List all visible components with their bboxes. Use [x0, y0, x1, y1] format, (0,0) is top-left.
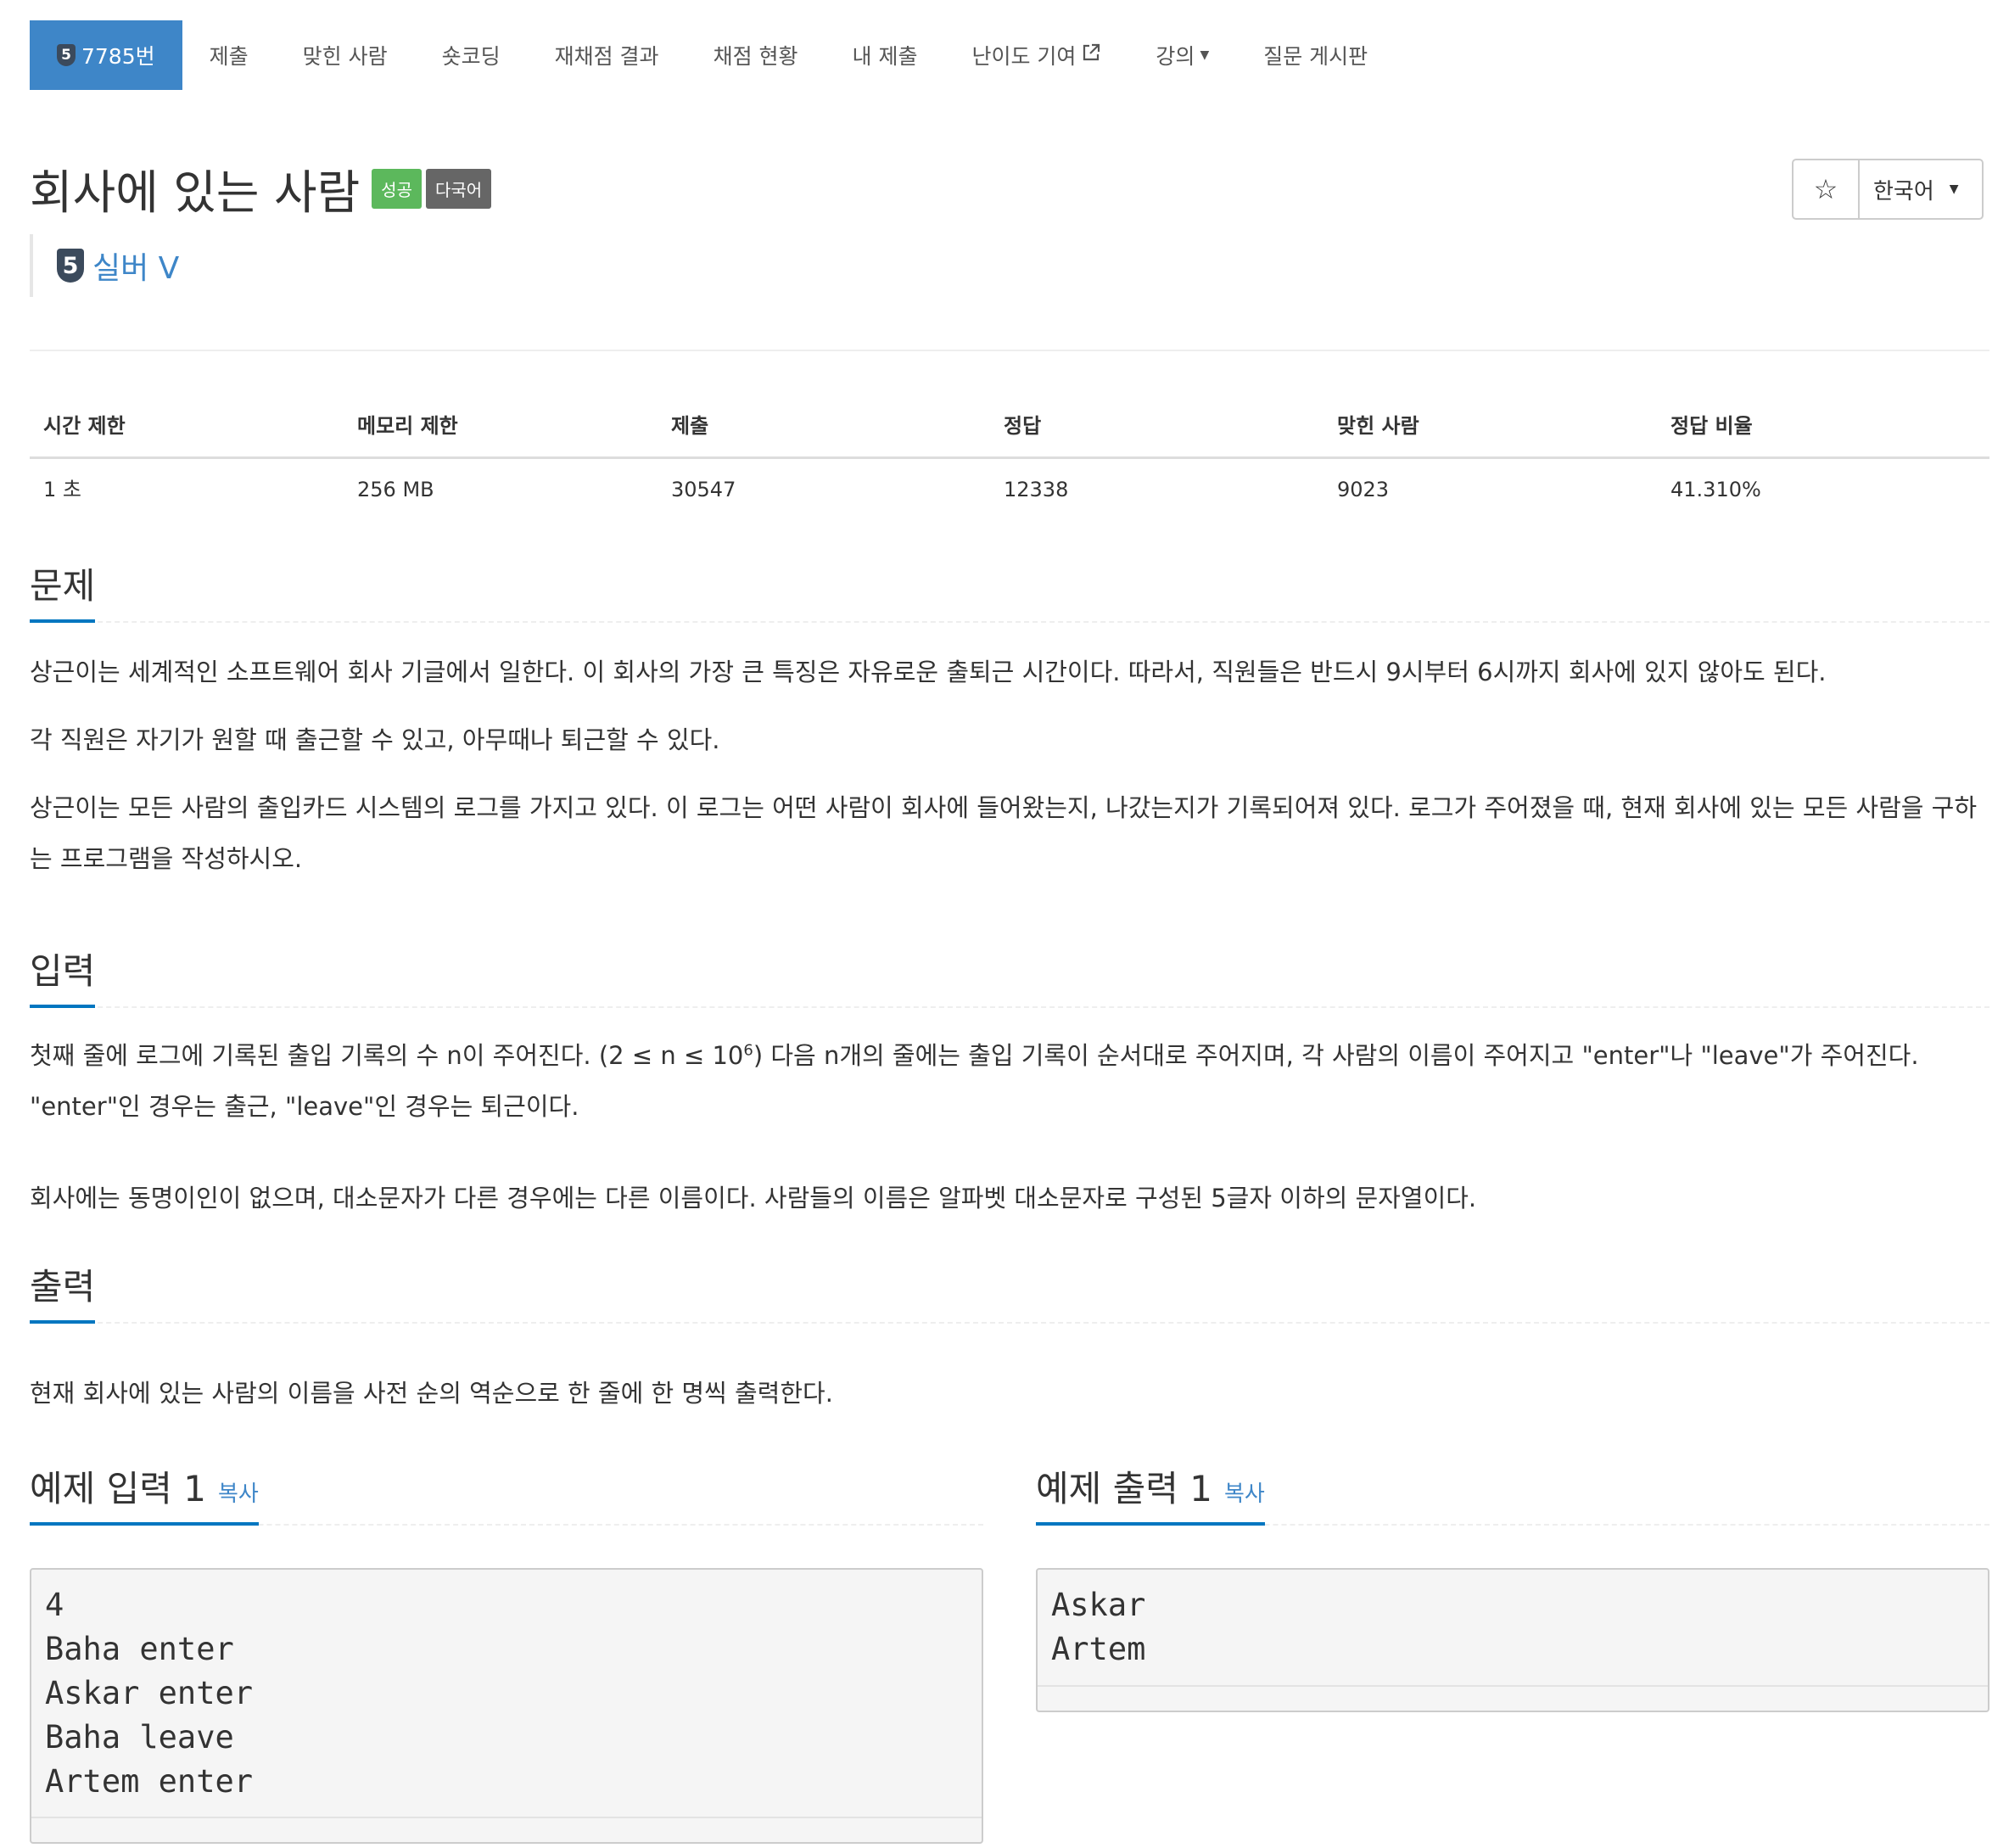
silver-tier-icon: 5: [57, 44, 76, 66]
tab-lectures-dropdown[interactable]: 강의 ▼: [1128, 20, 1236, 90]
table-row: 1 초 256 MB 30547 12338 9023 41.310%: [30, 459, 1989, 520]
submissions-value: 30547: [671, 478, 736, 501]
problem-page: 5 7785번 제출 맞힌 사람 숏코딩 재채점 결과 채점 현황 내 제출 난…: [0, 0, 2009, 1848]
page-title: 회사에 있는 사람: [30, 165, 361, 220]
accept-ratio-value: 41.310%: [1670, 478, 1761, 501]
header-solved-users: 맞힌 사람: [1337, 414, 1419, 438]
description-paragraph: 각 직원은 자기가 원할 때 출근할 수 있고, 아무때나 퇴근할 수 있다.: [30, 725, 720, 754]
sample-output-box[interactable]: Askar Artem: [1036, 1568, 1989, 1712]
language-label: 한국어: [1873, 178, 1934, 204]
output-section-header: 출력: [30, 1256, 1989, 1324]
tab-difficulty-contribution[interactable]: 난이도 기여: [944, 20, 1128, 90]
tab-my-submissions[interactable]: 내 제출: [825, 20, 945, 90]
sample-input-title: 예제 입력 1 복사: [30, 1460, 259, 1526]
caret-down-icon: ▼: [1949, 182, 1959, 196]
header-submissions: 제출: [671, 414, 709, 438]
problem-title-row: 회사에 있는 사람 성공 다국어: [30, 154, 492, 222]
description-title: 문제: [30, 557, 96, 623]
problem-tier: 5 실버 V: [30, 234, 179, 297]
tab-solved-users[interactable]: 맞힌 사람: [276, 20, 415, 90]
tab-qna-board[interactable]: 질문 게시판: [1236, 20, 1395, 90]
tab-label: 7785번: [81, 44, 155, 69]
problem-menu: 5 7785번 제출 맞힌 사람 숏코딩 재채점 결과 채점 현황 내 제출 난…: [30, 20, 1395, 90]
memory-limit-value: 256 MB: [357, 478, 434, 501]
description-paragraph: 상근이는 모든 사람의 출입카드 시스템의 로그를 가지고 있다. 이 로그는 …: [30, 793, 1978, 873]
time-limit-value: 1 초: [43, 478, 81, 501]
caret-down-icon: ▼: [1200, 48, 1210, 62]
language-select[interactable]: 한국어 ▼: [1860, 160, 1982, 218]
success-label: 성공: [372, 168, 422, 209]
external-link-icon: [1081, 42, 1101, 68]
tab-judge-status[interactable]: 채점 현황: [686, 20, 825, 90]
tab-rejudge-results[interactable]: 재채점 결과: [528, 20, 686, 90]
problem-info-table: 시간 제한 메모리 제한 제출 정답 맞힌 사람 정답 비율 1 초 256 M…: [30, 395, 1989, 520]
multilingual-label: 다국어: [425, 168, 492, 209]
tab-label: 난이도 기여: [971, 44, 1077, 69]
header-accept-ratio: 정답 비율: [1670, 414, 1753, 438]
copy-sample-input-button[interactable]: 복사: [218, 1481, 259, 1507]
sample-input-text: 4 Baha enter Askar enter Baha leave Arte…: [45, 1587, 254, 1800]
sample-input-box[interactable]: 4 Baha enter Askar enter Baha leave Arte…: [30, 1568, 983, 1844]
output-paragraph: 현재 회사에 있는 사람의 이름을 사전 순의 역순으로 한 줄에 한 명씩 출…: [30, 1379, 833, 1408]
header-time-limit: 시간 제한: [43, 414, 126, 438]
sample-output-title: 예제 출력 1 복사: [1036, 1460, 1265, 1526]
solved-users-value: 9023: [1337, 478, 1390, 501]
copy-sample-output-button[interactable]: 복사: [1224, 1481, 1265, 1507]
input-section-header: 입력: [30, 940, 1989, 1008]
description-section-header: 문제: [30, 555, 1989, 623]
tab-short-coding[interactable]: 숏코딩: [415, 20, 528, 90]
input-paragraph: 첫째 줄에 로그에 기록된 출입 기록의 수 n이 주어진다. (2 ≤ n ≤…: [30, 1041, 1919, 1121]
problem-controls: ☆ 한국어 ▼: [1792, 159, 1984, 220]
input-paragraph: 회사에는 동명이인이 없으며, 대소문자가 다른 경우에는 다른 이름이다. 사…: [30, 1184, 1477, 1212]
tab-label: 강의: [1156, 44, 1195, 69]
tier-link[interactable]: 실버 V: [92, 244, 179, 288]
accepted-value: 12338: [1004, 478, 1069, 501]
input-title: 입력: [30, 943, 96, 1008]
sample-output-header: 예제 출력 1 복사: [1036, 1458, 1989, 1526]
description-paragraph: 상근이는 세계적인 소프트웨어 회사 기글에서 일한다. 이 회사의 가장 큰 …: [30, 658, 1827, 686]
table-header: 시간 제한 메모리 제한 제출 정답 맞힌 사람 정답 비율: [30, 395, 1989, 459]
tab-problem-number[interactable]: 5 7785번: [30, 20, 182, 90]
star-button[interactable]: ☆: [1794, 160, 1860, 218]
header-accepted: 정답: [1004, 414, 1042, 438]
sample-output-text: Askar Artem: [1051, 1587, 1146, 1667]
silver-tier-icon: 5: [57, 249, 84, 283]
divider: [30, 350, 1989, 351]
tab-submit[interactable]: 제출: [182, 20, 276, 90]
output-title: 출력: [30, 1258, 96, 1324]
sample-input-header: 예제 입력 1 복사: [30, 1458, 983, 1526]
header-memory-limit: 메모리 제한: [357, 414, 458, 438]
